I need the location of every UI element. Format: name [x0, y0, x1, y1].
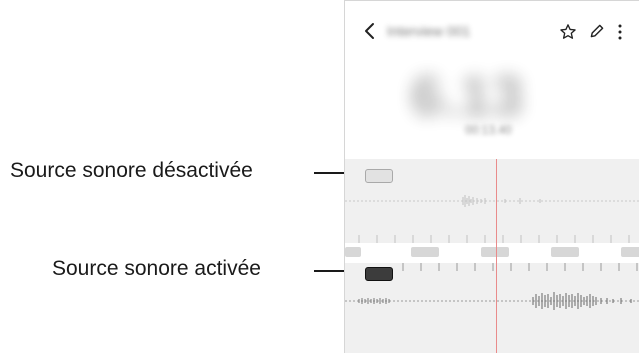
star-icon[interactable]	[559, 23, 577, 41]
source-off-toggle[interactable]	[365, 169, 393, 183]
pen-icon[interactable]	[589, 23, 605, 39]
timeline-ruler-upper	[345, 229, 639, 243]
waveform-track-1	[345, 188, 639, 214]
waveform-panel[interactable]	[345, 159, 639, 353]
playhead[interactable]	[496, 159, 497, 353]
chevron-left-icon[interactable]	[361, 21, 379, 41]
source-on-toggle[interactable]	[365, 267, 393, 281]
source-on-callout: Source sonore activée	[52, 257, 261, 280]
waveform-track-2	[345, 288, 639, 314]
phone-screen: Interview 001 6.13 00:13.40	[344, 0, 639, 353]
timeline-segment	[411, 247, 439, 257]
elapsed-time: 6.13	[411, 64, 524, 127]
timeline-segments	[345, 243, 639, 263]
more-vertical-icon[interactable]	[617, 23, 623, 41]
timeline-segment	[481, 247, 509, 257]
timeline-segment	[345, 247, 361, 257]
timeline-segment	[551, 247, 579, 257]
source-off-callout: Source sonore désactivée	[10, 159, 253, 182]
timeline-segment	[621, 247, 639, 257]
recording-title: Interview 001	[387, 23, 471, 39]
recording-date: 00:13.40	[465, 123, 512, 137]
top-bar: Interview 001	[345, 1, 639, 59]
